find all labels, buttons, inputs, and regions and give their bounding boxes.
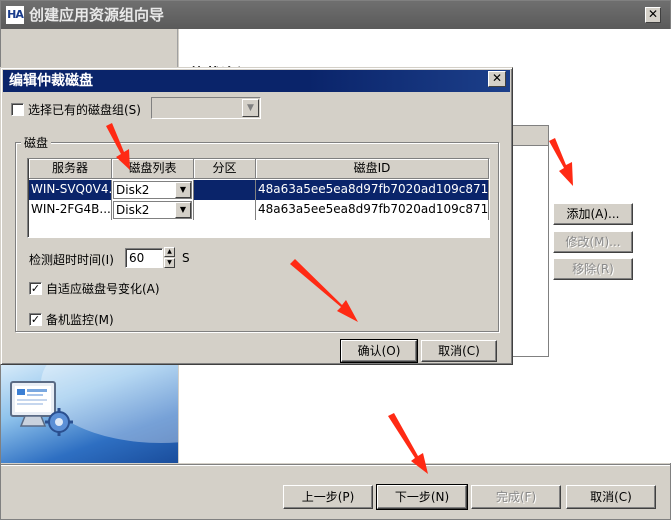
cell-disk-id: 48a63a5ee5ea8d97fb7020ad109c8711: [256, 180, 489, 200]
next-button[interactable]: 下一步(N): [376, 484, 468, 510]
finish-button[interactable]: 完成(F): [471, 485, 561, 509]
chevron-up-icon: ▲: [167, 248, 172, 255]
use-existing-disk-group-label: 选择已有的磁盘组(S): [28, 103, 141, 117]
chevron-down-icon: ▼: [167, 259, 172, 266]
disk-select[interactable]: Disk2 ▼: [113, 181, 192, 199]
close-icon: ✕: [647, 7, 659, 21]
app-logo-icon: HA: [6, 6, 24, 24]
dialog-close-button[interactable]: ✕: [488, 71, 506, 87]
add-button[interactable]: 添加(A)...: [553, 203, 633, 225]
table-row[interactable]: WIN-SVQ0V4... Disk2 ▼ 48a63a5ee5ea8d97fb…: [29, 180, 489, 200]
monitor-gear-icon: [10, 381, 73, 436]
wizard-close-button[interactable]: ✕: [645, 7, 661, 23]
chevron-down-icon: ▼: [175, 182, 191, 198]
ok-button[interactable]: 确认(O): [340, 339, 418, 363]
cell-disk-id: 48a63a5ee5ea8d97fb7020ad109c8711: [256, 200, 489, 220]
timeout-unit: S: [182, 251, 190, 265]
disk-table: 服务器 磁盘列表 分区 磁盘ID WIN-SVQ0V4... Disk2 ▼ 4…: [27, 158, 490, 238]
check-icon: ✓: [30, 313, 41, 326]
footer-divider: [1, 464, 670, 466]
use-existing-disk-group-checkbox[interactable]: [11, 103, 24, 116]
prev-button[interactable]: 上一步(P): [283, 485, 373, 509]
cell-partition: [194, 180, 256, 200]
dialog-title: 编辑仲裁磁盘: [9, 73, 93, 89]
wizard-titlebar[interactable]: HA 创建应用资源组向导 ✕: [1, 1, 670, 29]
edit-quorum-disk-dialog: 编辑仲裁磁盘 ✕ 选择已有的磁盘组(S) ▼ 磁盘 服务器 磁盘列表 分区 磁盘…: [0, 67, 513, 365]
modify-button[interactable]: 修改(M)...: [553, 231, 633, 253]
disk-select[interactable]: Disk2 ▼: [113, 201, 192, 219]
timeout-input[interactable]: 60: [125, 248, 163, 268]
adaptive-disk-number-checkbox[interactable]: ✓: [29, 282, 42, 295]
column-header-disk-list[interactable]: 磁盘列表: [112, 159, 194, 179]
disk-group-select[interactable]: ▼: [151, 97, 261, 119]
standby-monitor-label: 备机监控(M): [46, 313, 114, 327]
cell-disk-list: Disk2 ▼: [112, 200, 194, 220]
disk-select-value: Disk2: [116, 203, 150, 217]
cell-partition: [194, 200, 256, 220]
close-icon: ✕: [491, 71, 503, 85]
spin-up-button[interactable]: ▲: [164, 247, 175, 257]
table-row[interactable]: WIN-2FG4B... Disk2 ▼ 48a63a5ee5ea8d97fb7…: [29, 200, 489, 220]
check-icon: ✓: [30, 282, 41, 295]
wizard-title: 创建应用资源组向导: [29, 6, 165, 24]
column-header-disk-id[interactable]: 磁盘ID: [256, 159, 489, 179]
adaptive-disk-number-label: 自适应磁盘号变化(A): [46, 282, 160, 296]
dialog-cancel-button[interactable]: 取消(C): [421, 340, 497, 362]
table-header-row: 服务器 磁盘列表 分区 磁盘ID: [29, 159, 489, 179]
standby-monitor-checkbox[interactable]: ✓: [29, 313, 42, 326]
cell-server: WIN-SVQ0V4...: [29, 180, 112, 200]
remove-button[interactable]: 移除(R): [553, 258, 633, 280]
disk-group-label: 磁盘: [21, 134, 52, 151]
column-header-partition[interactable]: 分区: [194, 159, 256, 179]
disk-select-value: Disk2: [116, 183, 150, 197]
timeout-label: 检测超时时间(I): [29, 253, 114, 267]
wizard-cancel-button[interactable]: 取消(C): [566, 485, 656, 509]
chevron-down-icon: ▼: [242, 99, 259, 117]
cell-disk-list: Disk2 ▼: [112, 180, 194, 200]
chevron-down-icon: ▼: [175, 202, 191, 218]
wizard-banner-image: [1, 363, 178, 463]
column-header-server[interactable]: 服务器: [29, 159, 112, 179]
spin-down-button[interactable]: ▼: [164, 258, 175, 268]
dialog-titlebar[interactable]: 编辑仲裁磁盘: [3, 70, 510, 92]
cell-server: WIN-2FG4B...: [29, 200, 112, 220]
